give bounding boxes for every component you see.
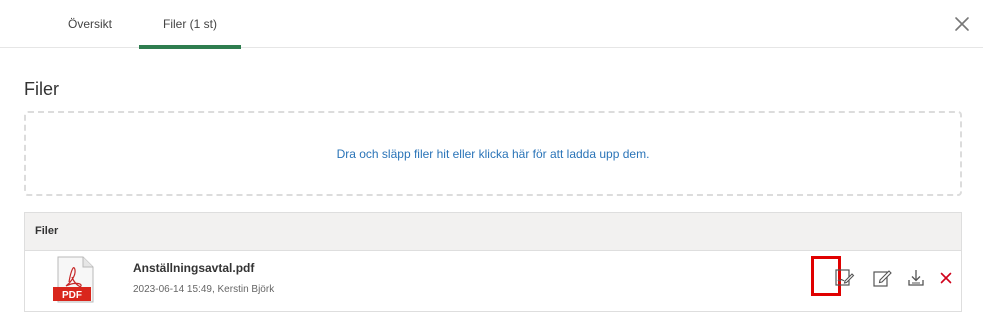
section-title: Filer: [24, 79, 59, 99]
file-row: PDF Anställningsavtal.pdf 2023-06-14 15:…: [25, 252, 961, 311]
tab-files[interactable]: Filer (1 st): [139, 0, 241, 49]
dropzone-text: Dra och släpp filer hit eller klicka här…: [336, 146, 650, 161]
edit-button[interactable]: [871, 267, 893, 289]
pdf-file-icon: PDF: [53, 256, 94, 303]
tab-bar: Översikt Filer (1 st): [0, 0, 983, 49]
delete-button[interactable]: [935, 267, 957, 289]
file-meta: 2023-06-14 15:49, Kerstin Björk: [133, 284, 275, 295]
sign-document-icon: [835, 269, 855, 286]
tab-overview-label: Översikt: [67, 17, 112, 31]
download-icon: [908, 270, 924, 286]
tab-files-label: Filer (1 st): [163, 17, 217, 31]
close-icon: [955, 17, 969, 31]
files-table: Filer PDF Anställningsavtal.pdf 2023-06-…: [24, 212, 962, 312]
pdf-badge-text: PDF: [62, 290, 82, 301]
close-button[interactable]: [950, 12, 974, 36]
edit-icon: [873, 270, 892, 287]
delete-icon: [940, 272, 952, 284]
sign-button[interactable]: [833, 267, 855, 289]
file-name[interactable]: Anställningsavtal.pdf: [133, 261, 254, 275]
tab-overview[interactable]: Översikt: [50, 0, 130, 48]
files-table-header: Filer: [25, 213, 961, 251]
active-tab-indicator: [139, 45, 241, 49]
file-dropzone[interactable]: Dra och släpp filer hit eller klicka här…: [24, 111, 962, 196]
download-button[interactable]: [905, 267, 927, 289]
files-header-label: Filer: [35, 225, 59, 237]
